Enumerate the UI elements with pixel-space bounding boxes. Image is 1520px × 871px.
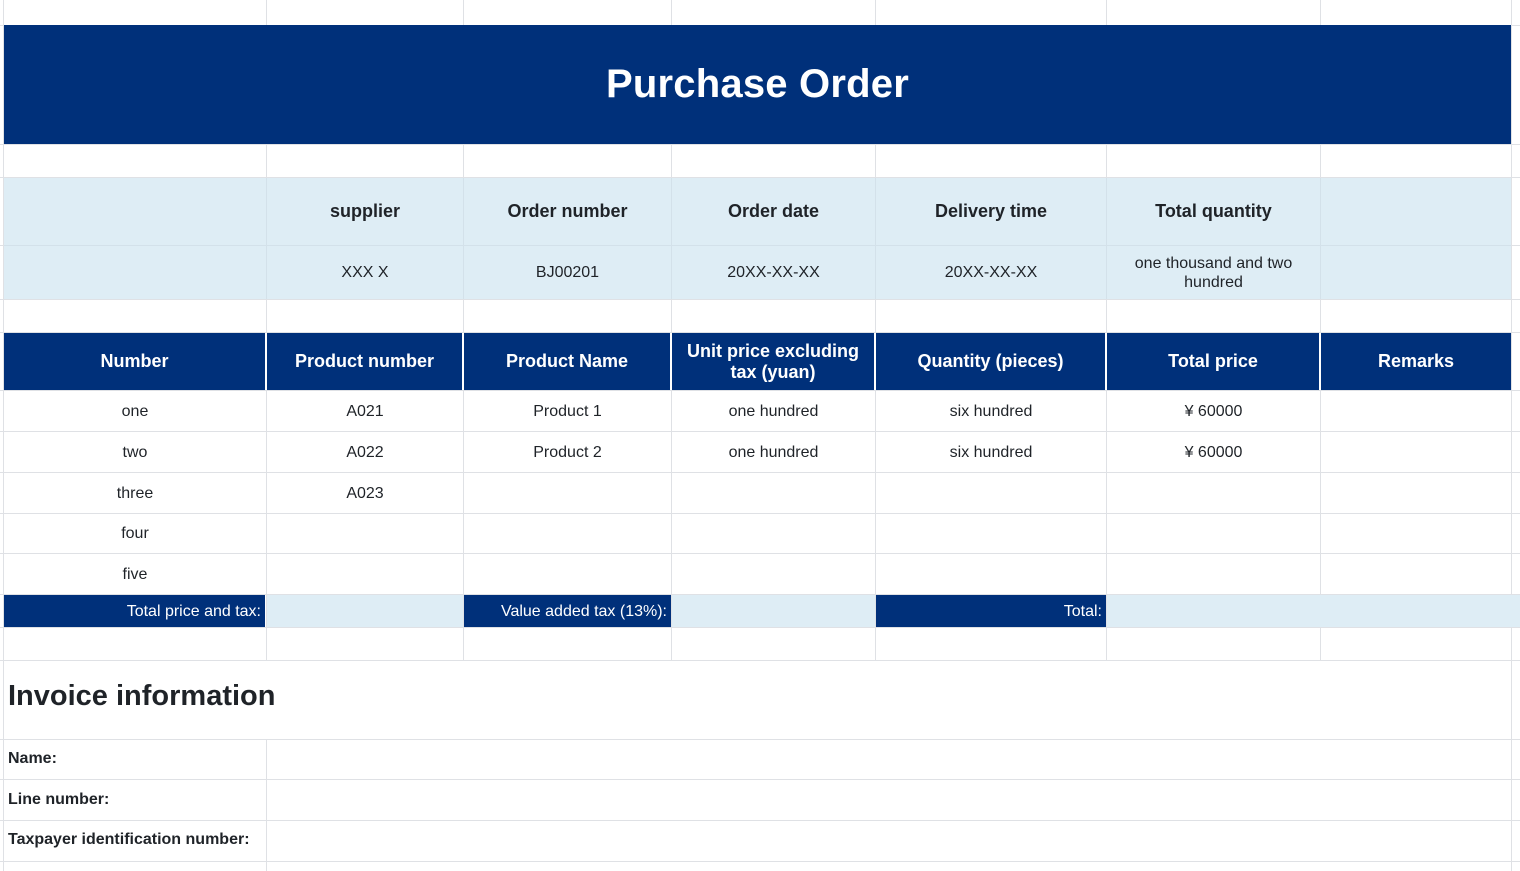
cell-product-name[interactable]: Product 2	[464, 432, 671, 472]
vat-value[interactable]	[672, 595, 875, 627]
summary-value-total-quantity[interactable]: one thousand and two hundred	[1107, 246, 1320, 299]
invoice-taxpayer-label: Taxpayer identification number:	[8, 831, 250, 848]
summary-value-supplier[interactable]: XXX X	[267, 246, 463, 299]
cell-remarks[interactable]	[1321, 514, 1511, 553]
summary-header-order-number: Order number	[507, 201, 628, 221]
cell-total-price[interactable]: ¥ 60000	[1107, 391, 1320, 431]
cell-product-number[interactable]: A022	[267, 432, 463, 472]
cell-product-number[interactable]	[267, 514, 463, 553]
cell-total-price[interactable]	[1107, 554, 1320, 594]
total-label: Total:	[876, 595, 1106, 627]
cell-total-price[interactable]	[1107, 514, 1320, 553]
cell-product-name[interactable]	[464, 554, 671, 594]
cell-product-name[interactable]: Product 1	[464, 391, 671, 431]
cell-total-price[interactable]: ¥ 60000	[1107, 432, 1320, 472]
cell-remarks[interactable]	[1321, 391, 1511, 431]
column-header-remarks: Remarks	[1377, 351, 1455, 371]
cell-unit-price[interactable]	[672, 554, 875, 594]
column-header-product-name: Product Name	[505, 351, 629, 371]
total-price-tax-value[interactable]	[267, 595, 463, 627]
cell-remarks[interactable]	[1321, 554, 1511, 594]
cell-unit-price[interactable]	[672, 514, 875, 553]
cell-product-name[interactable]	[464, 514, 671, 553]
cell-product-number[interactable]: A021	[267, 391, 463, 431]
cell-remarks[interactable]	[1321, 473, 1511, 513]
cell-quantity[interactable]	[876, 514, 1106, 553]
cell-remarks[interactable]	[1321, 432, 1511, 472]
cell-quantity[interactable]	[876, 554, 1106, 594]
cell-unit-price[interactable]: one hundred	[672, 432, 875, 472]
cell-unit-price[interactable]: one hundred	[672, 391, 875, 431]
cell-total-price[interactable]	[1107, 473, 1320, 513]
summary-value-order-number[interactable]: BJ00201	[464, 246, 671, 299]
total-value[interactable]	[1107, 595, 1520, 627]
summary-value-delivery-time[interactable]: 20XX-XX-XX	[876, 246, 1106, 299]
cell-number[interactable]: four	[4, 514, 266, 553]
summary-value-order-date[interactable]: 20XX-XX-XX	[672, 246, 875, 299]
cell-number[interactable]: five	[4, 554, 266, 594]
page-title: Purchase Order	[4, 25, 1511, 144]
cell-number[interactable]: two	[4, 432, 266, 472]
summary-header-delivery-time: Delivery time	[934, 201, 1048, 221]
column-header-quantity: Quantity (pieces)	[917, 351, 1064, 371]
cell-quantity[interactable]: six hundred	[876, 432, 1106, 472]
column-header-product-number: Product number	[294, 351, 434, 371]
total-price-tax-label: Total price and tax:	[4, 595, 265, 627]
cell-product-number[interactable]	[267, 554, 463, 594]
summary-header-order-date: Order date	[727, 201, 820, 221]
invoice-taxpayer-field[interactable]	[267, 821, 1511, 861]
cell-number[interactable]: one	[4, 391, 266, 431]
cell-quantity[interactable]: six hundred	[876, 391, 1106, 431]
column-header-number: Number	[100, 351, 169, 371]
summary-header-supplier: supplier	[329, 201, 400, 221]
invoice-line-number-label: Line number:	[8, 791, 110, 808]
cell-unit-price[interactable]	[672, 473, 875, 513]
cell-quantity[interactable]	[876, 473, 1106, 513]
summary-header-total-quantity: Total quantity	[1155, 201, 1272, 221]
column-header-total-price: Total price	[1168, 351, 1258, 371]
invoice-name-label: Name:	[8, 750, 57, 767]
cell-number[interactable]: three	[4, 473, 266, 513]
invoice-line-number-field[interactable]	[267, 780, 1511, 820]
column-header-unit-price: Unit price excluding tax (yuan)	[686, 340, 860, 382]
cell-product-number[interactable]: A023	[267, 473, 463, 513]
invoice-name-field[interactable]	[267, 740, 1511, 779]
invoice-section-title: Invoice information	[8, 680, 276, 712]
vat-label: Value added tax (13%):	[464, 595, 671, 627]
cell-product-name[interactable]	[464, 473, 671, 513]
